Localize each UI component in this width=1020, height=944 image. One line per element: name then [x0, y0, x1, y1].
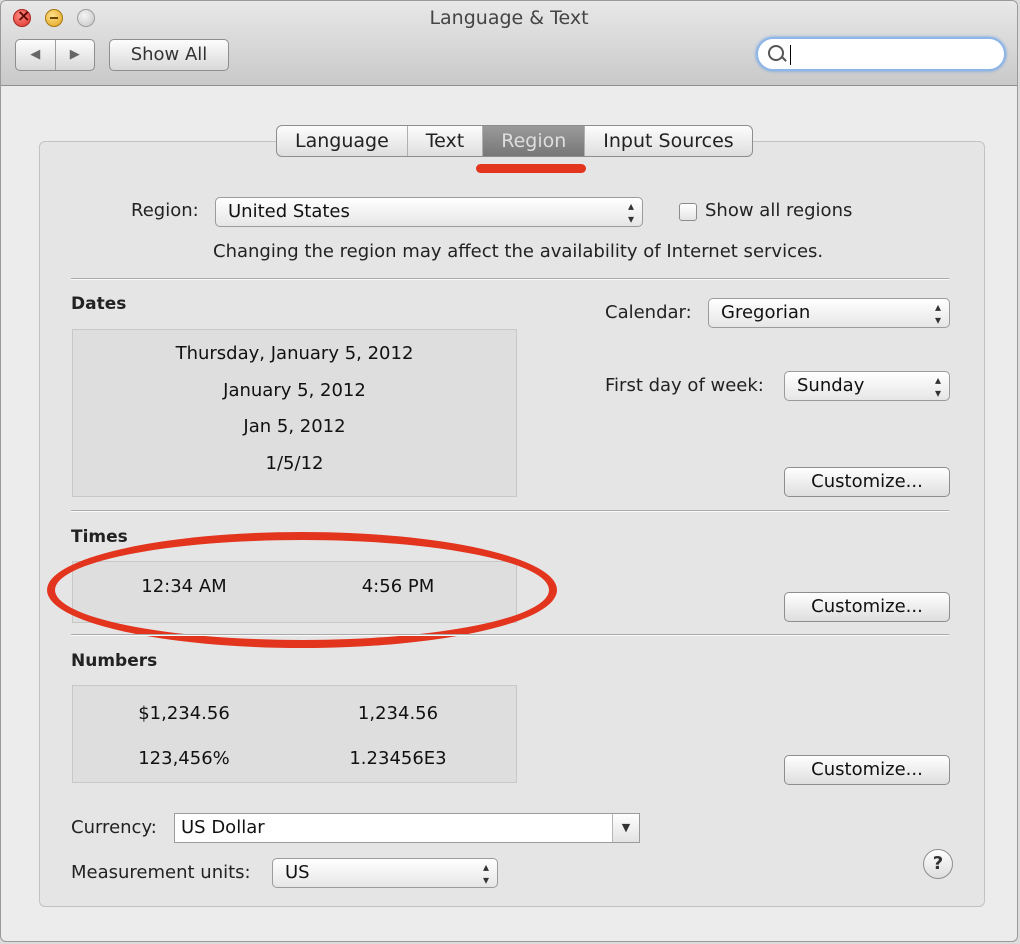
chevron-down-icon[interactable]: ▼	[612, 814, 639, 842]
times-customize-button[interactable]: Customize...	[784, 592, 950, 622]
back-arrow-icon[interactable]: ◀	[16, 40, 55, 70]
popup-arrows-icon: ▴ ▾	[934, 373, 941, 400]
region-label: Region:	[131, 200, 199, 221]
times-heading: Times	[71, 527, 128, 547]
number-sample-currency: $1,234.56	[138, 703, 230, 724]
date-sample-long: January 5, 2012	[223, 380, 366, 401]
calendar-value: Gregorian	[721, 302, 811, 323]
tab-input-sources[interactable]: Input Sources	[584, 126, 751, 156]
first-day-value: Sunday	[797, 375, 865, 396]
measurement-label: Measurement units:	[71, 862, 251, 883]
tab-bar: Language Text Region Input Sources	[276, 125, 753, 157]
date-sample-full: Thursday, January 5, 2012	[175, 343, 414, 364]
region-note: Changing the region may affect the avail…	[213, 241, 824, 262]
title-bar: Language & Text ◀ ▶ Show All	[1, 1, 1017, 86]
numbers-customize-button[interactable]: Customize...	[784, 755, 950, 785]
help-button[interactable]: ?	[923, 849, 953, 879]
dates-heading: Dates	[71, 294, 127, 314]
currency-value: US Dollar	[181, 817, 265, 838]
currency-combo-box[interactable]: US Dollar ▼	[174, 813, 640, 843]
region-value: United States	[228, 201, 350, 222]
date-sample-short: 1/5/12	[265, 453, 324, 474]
divider	[71, 634, 949, 635]
number-sample-percent: 123,456%	[138, 748, 230, 769]
tab-region[interactable]: Region	[482, 126, 585, 156]
search-icon	[768, 45, 784, 61]
popup-arrows-icon: ▴ ▾	[627, 199, 634, 226]
first-day-label: First day of week:	[605, 375, 764, 396]
show-all-regions-checkbox[interactable]	[679, 203, 697, 221]
measurement-popup[interactable]: US ▴ ▾	[272, 858, 498, 888]
calendar-label: Calendar:	[605, 302, 692, 323]
currency-label: Currency:	[71, 817, 157, 838]
divider	[71, 278, 949, 279]
popup-arrows-icon: ▴ ▾	[934, 300, 941, 327]
popup-arrows-icon: ▴ ▾	[482, 860, 489, 887]
number-sample-scientific: 1.23456E3	[349, 748, 447, 769]
measurement-value: US	[285, 862, 310, 883]
date-sample-medium: Jan 5, 2012	[243, 416, 346, 437]
divider	[71, 510, 949, 511]
back-forward-control: ◀ ▶	[15, 39, 95, 71]
search-field[interactable]	[756, 37, 1006, 71]
first-day-popup[interactable]: Sunday ▴ ▾	[784, 371, 950, 401]
dates-customize-button[interactable]: Customize...	[784, 467, 950, 497]
preferences-window: Language & Text ◀ ▶ Show All Language Te…	[0, 0, 1018, 942]
tab-language[interactable]: Language	[277, 126, 407, 156]
tab-text[interactable]: Text	[406, 126, 482, 156]
window-title: Language & Text	[429, 7, 589, 29]
text-cursor	[790, 45, 791, 65]
forward-arrow-icon[interactable]: ▶	[54, 40, 95, 70]
calendar-popup[interactable]: Gregorian ▴ ▾	[708, 298, 950, 328]
region-tab-underline-annotation	[476, 164, 586, 173]
times-circle-annotation	[47, 532, 557, 648]
region-popup[interactable]: United States ▴ ▾	[215, 197, 643, 227]
show-all-regions-label: Show all regions	[705, 200, 853, 221]
numbers-heading: Numbers	[71, 651, 158, 671]
show-all-button[interactable]: Show All	[109, 39, 229, 71]
number-sample-decimal: 1,234.56	[357, 703, 439, 724]
